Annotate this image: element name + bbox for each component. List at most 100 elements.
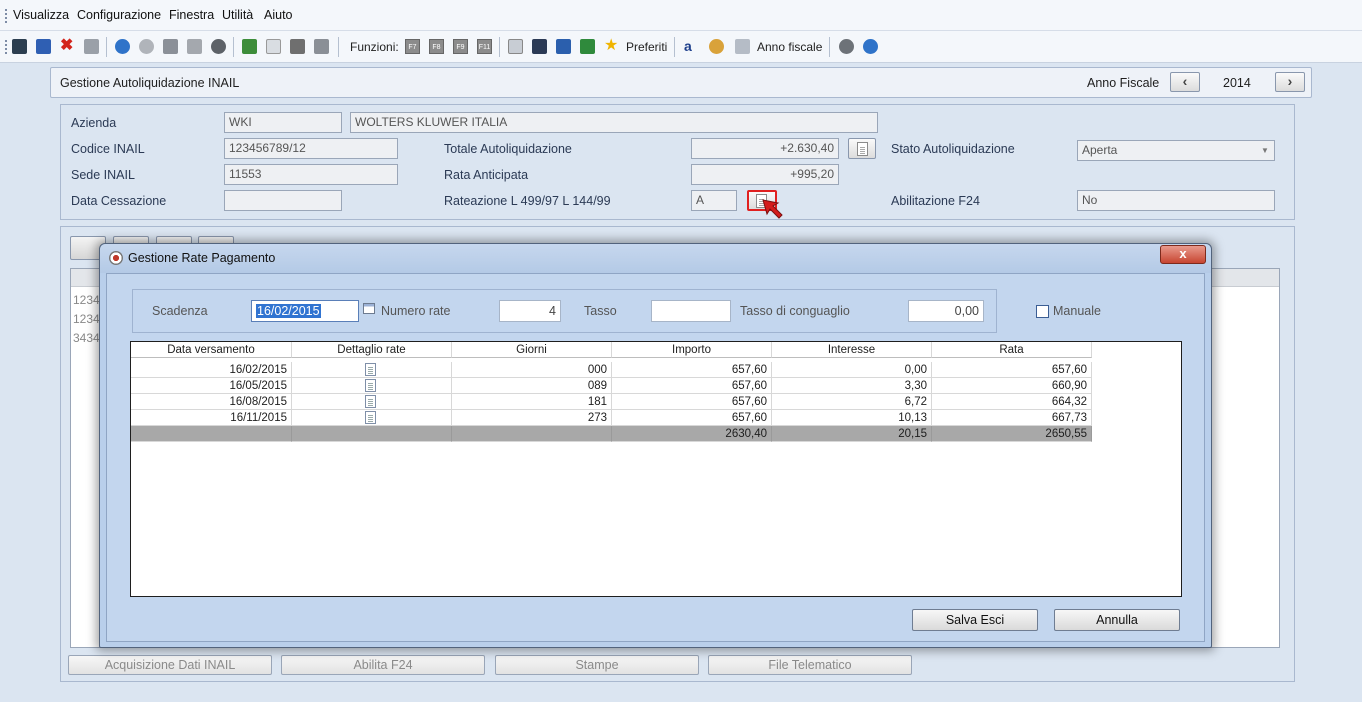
menu-utilita[interactable]: Utilità xyxy=(222,8,253,22)
table-cell-interest[interactable]: 6,72 xyxy=(772,394,932,410)
table-cell-installment[interactable]: 667,73 xyxy=(932,410,1092,426)
table-cell-days[interactable]: 089 xyxy=(452,378,612,394)
menu-configurazione[interactable]: Configurazione xyxy=(77,8,161,22)
favorites-button[interactable]: Preferiti xyxy=(626,40,667,54)
column-header[interactable]: Importo xyxy=(612,342,772,358)
calendar-icon[interactable] xyxy=(735,39,750,54)
info-icon[interactable] xyxy=(863,39,878,54)
codice-inail-field[interactable]: 123456789/12 xyxy=(224,138,398,159)
table-cell-amount[interactable]: 657,60 xyxy=(612,394,772,410)
azienda-code-field[interactable]: WKI xyxy=(224,112,342,133)
calculator-icon[interactable] xyxy=(187,39,202,54)
menu-aiuto[interactable]: Aiuto xyxy=(264,8,293,22)
table-cell-amount[interactable]: 657,60 xyxy=(612,410,772,426)
acquisizione-dati-button[interactable]: Acquisizione Dati INAIL xyxy=(68,655,272,675)
table-cell-interest[interactable]: 10,13 xyxy=(772,410,932,426)
table-cell-detail[interactable] xyxy=(292,394,452,410)
stato-select[interactable]: Aperta xyxy=(1077,140,1275,161)
star-icon[interactable]: ★ xyxy=(604,38,619,54)
stack-icon[interactable] xyxy=(290,39,305,54)
table-cell-installment[interactable]: 657,60 xyxy=(932,362,1092,378)
total-cell xyxy=(292,426,452,442)
table-cell-date[interactable]: 16/08/2015 xyxy=(131,394,292,410)
fiscal-year-button[interactable]: Anno fiscale xyxy=(757,40,822,54)
scadenza-input[interactable]: 16/02/2015 xyxy=(251,300,359,322)
previous-year-button[interactable]: ‹ xyxy=(1170,72,1200,92)
next-year-button[interactable]: › xyxy=(1275,72,1305,92)
f7-button[interactable]: F7 xyxy=(405,39,420,54)
column-header[interactable]: Giorni xyxy=(452,342,612,358)
table-cell-interest[interactable]: 3,30 xyxy=(772,378,932,394)
table-cell-installment[interactable]: 660,90 xyxy=(932,378,1092,394)
data-cessazione-field[interactable] xyxy=(224,190,342,211)
table-cell-amount[interactable]: 657,60 xyxy=(612,378,772,394)
abilita-f24-button[interactable]: Abilita F24 xyxy=(281,655,485,675)
manuale-label: Manuale xyxy=(1053,304,1101,318)
f11-button[interactable]: F11 xyxy=(477,39,492,54)
azienda-name-field[interactable]: WOLTERS KLUWER ITALIA xyxy=(350,112,878,133)
document-icon[interactable] xyxy=(365,379,376,392)
web-icon[interactable] xyxy=(532,39,547,54)
table-cell-days[interactable]: 000 xyxy=(452,362,612,378)
database-icon[interactable] xyxy=(163,39,178,54)
column-header[interactable]: Data versamento xyxy=(131,342,292,358)
toolbar-separator xyxy=(499,37,500,57)
app-icon xyxy=(109,251,123,265)
document-icon[interactable] xyxy=(365,363,376,376)
column-header[interactable]: Dettaglio rate xyxy=(292,342,452,358)
exit-icon[interactable] xyxy=(12,39,27,54)
totale-detail-button[interactable] xyxy=(848,138,876,159)
table-cell-detail[interactable] xyxy=(292,362,452,378)
document-icon[interactable] xyxy=(365,395,376,408)
mail-icon[interactable] xyxy=(508,39,523,54)
file-telematico-button[interactable]: File Telematico xyxy=(708,655,912,675)
chat-icon[interactable] xyxy=(139,39,154,54)
palette-icon[interactable] xyxy=(709,39,724,54)
euro-icon[interactable] xyxy=(211,39,226,54)
list-item[interactable]: 1234 xyxy=(73,312,100,326)
document-icon[interactable] xyxy=(266,39,281,54)
document-icon[interactable] xyxy=(365,411,376,424)
column-header[interactable]: Rata xyxy=(932,342,1092,358)
excel-icon[interactable] xyxy=(580,39,595,54)
table-cell-date[interactable]: 16/11/2015 xyxy=(131,410,292,426)
delete-icon[interactable]: ✖ xyxy=(60,38,75,54)
table-cell-installment[interactable]: 664,32 xyxy=(932,394,1092,410)
table-cell-detail[interactable] xyxy=(292,410,452,426)
rateazione-field[interactable]: A xyxy=(691,190,737,211)
list-item[interactable]: 3434 xyxy=(73,331,100,345)
menu-finestra[interactable]: Finestra xyxy=(169,8,214,22)
f9-button[interactable]: F9 xyxy=(453,39,468,54)
stampe-button[interactable]: Stampe xyxy=(495,655,699,675)
user-icon[interactable] xyxy=(839,39,854,54)
save-exit-button[interactable]: Salva Esci xyxy=(912,609,1038,631)
cancel-button[interactable]: Annulla xyxy=(1054,609,1180,631)
books-icon[interactable] xyxy=(242,39,257,54)
tag-icon[interactable] xyxy=(314,39,329,54)
tasso-conguaglio-input[interactable]: 0,00 xyxy=(908,300,984,322)
f8-button[interactable]: F8 xyxy=(429,39,444,54)
font-icon[interactable]: a xyxy=(684,39,699,54)
help-icon[interactable] xyxy=(115,39,130,54)
table-cell-date[interactable]: 16/05/2015 xyxy=(131,378,292,394)
year-value: 2014 xyxy=(1223,76,1251,90)
calendar-icon[interactable] xyxy=(363,303,375,314)
table-cell-date[interactable]: 16/02/2015 xyxy=(131,362,292,378)
table-cell-days[interactable]: 273 xyxy=(452,410,612,426)
sede-inail-field[interactable]: 11553 xyxy=(224,164,398,185)
menu-visualizza[interactable]: Visualizza xyxy=(13,8,69,22)
save-icon[interactable] xyxy=(36,39,51,54)
table-cell-amount[interactable]: 657,60 xyxy=(612,362,772,378)
tasso-label: Tasso xyxy=(584,304,617,318)
list-item[interactable]: 1234 xyxy=(73,293,100,307)
close-button[interactable]: x xyxy=(1160,245,1206,264)
numero-rate-input[interactable]: 4 xyxy=(499,300,561,322)
manuale-checkbox[interactable] xyxy=(1036,305,1049,318)
print-icon[interactable] xyxy=(84,39,99,54)
word-icon[interactable] xyxy=(556,39,571,54)
table-cell-interest[interactable]: 0,00 xyxy=(772,362,932,378)
table-cell-detail[interactable] xyxy=(292,378,452,394)
tasso-input[interactable] xyxy=(651,300,731,322)
column-header[interactable]: Interesse xyxy=(772,342,932,358)
table-cell-days[interactable]: 181 xyxy=(452,394,612,410)
